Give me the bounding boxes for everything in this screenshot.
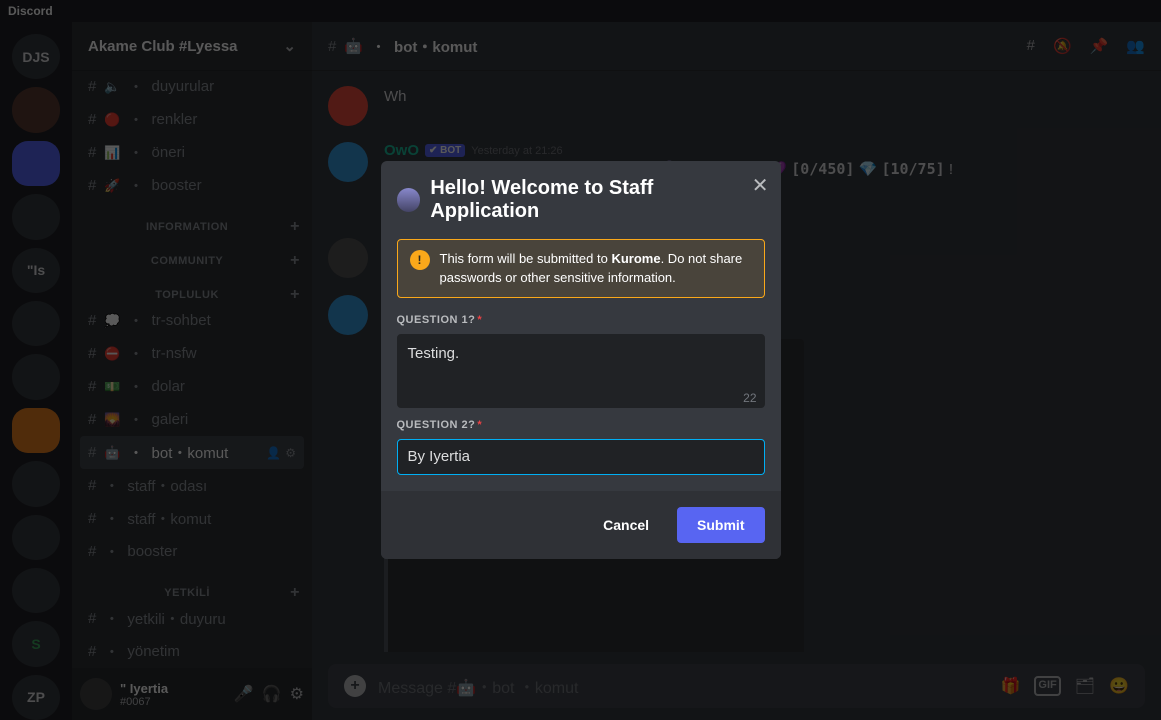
question-2-input[interactable]: [397, 439, 765, 475]
modal-title: Hello! Welcome to Staff Application: [430, 177, 764, 223]
char-counter: 22: [397, 391, 757, 405]
warning-notice: ! This form will be submitted to Kurome.…: [397, 239, 765, 297]
question-2-label: QUESTION 2?*: [397, 419, 765, 431]
warning-icon: !: [410, 250, 430, 270]
staff-application-modal: Hello! Welcome to Staff Application ✕ ! …: [381, 161, 781, 558]
submit-button[interactable]: Submit: [677, 507, 764, 543]
modal-avatar: [397, 188, 421, 212]
question-1-label: QUESTION 1?*: [397, 314, 765, 326]
modal-overlay: Hello! Welcome to Staff Application ✕ ! …: [0, 0, 1161, 720]
cancel-button[interactable]: Cancel: [583, 507, 669, 543]
close-icon[interactable]: ✕: [752, 173, 769, 198]
